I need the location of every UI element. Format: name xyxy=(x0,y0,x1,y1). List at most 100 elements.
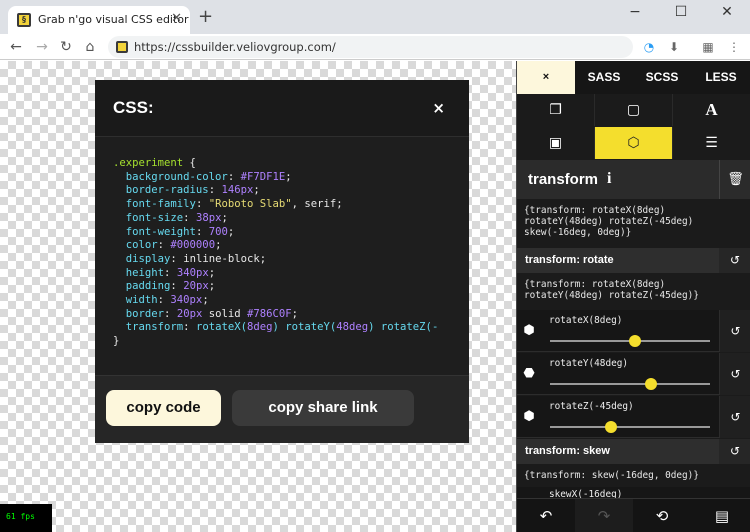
css-code-block: .experiment { background-color: #F7DF1E;… xyxy=(113,157,469,367)
cube-z-icon: ⬢ xyxy=(523,409,535,424)
slider-handle[interactable] xyxy=(604,421,617,433)
cube-y-icon: ⬣ xyxy=(523,366,535,381)
history-icon[interactable]: ⟲ xyxy=(633,499,691,532)
code-colon: : xyxy=(157,294,171,307)
reset-icon[interactable]: ↺ xyxy=(719,396,750,438)
close-icon[interactable]: × xyxy=(432,99,445,117)
code-property: font-weight xyxy=(125,225,196,238)
reset-icon[interactable]: ↺ xyxy=(719,353,750,395)
code-value: rotateX( xyxy=(195,321,247,334)
code-selector: .experiment xyxy=(113,157,184,169)
address-bar[interactable]: https://cssbuilder.veliovgroup.com/ xyxy=(108,36,633,58)
minimize-icon[interactable]: − xyxy=(612,2,658,24)
reset-icon[interactable]: ↺ xyxy=(719,439,750,464)
forward-icon[interactable]: → xyxy=(32,37,52,57)
cube-x-icon: ⬢ xyxy=(523,323,535,338)
code-line: .experiment { xyxy=(113,157,469,171)
image-icon[interactable]: ▣ xyxy=(517,127,595,159)
code-brace: { xyxy=(183,157,196,169)
code-property: transform xyxy=(125,321,184,334)
code-colon: : xyxy=(170,280,184,293)
slider-label: rotateY(48deg) xyxy=(549,358,629,369)
url-text[interactable]: https://cssbuilder.veliovgroup.com/ xyxy=(134,40,336,54)
code-line: font-weight: 700; xyxy=(113,226,469,240)
code-value: 38px xyxy=(195,211,222,224)
code-line: color: #000000; xyxy=(113,239,469,253)
trash-icon[interactable]: 🗑 xyxy=(719,160,750,199)
code-colon: : xyxy=(157,239,171,252)
docs-icon[interactable]: ▤ xyxy=(693,499,750,532)
menu-icon[interactable]: ⋮ xyxy=(726,39,742,55)
tab-close-output[interactable]: × xyxy=(517,61,575,94)
extension-icon[interactable]: ◔ xyxy=(641,39,657,55)
layers-icon[interactable]: ❐ xyxy=(517,94,595,126)
code-value: 700 xyxy=(208,225,228,238)
code-line: background-color: #F7DF1E; xyxy=(113,171,469,185)
slider-track[interactable] xyxy=(550,421,710,433)
code-value: inline-block xyxy=(183,252,260,265)
slider-track[interactable] xyxy=(550,378,710,390)
code-property: font-family xyxy=(125,198,196,211)
sliders-icon[interactable]: ☰ xyxy=(673,127,750,159)
fps-counter: 61 fps xyxy=(0,504,52,532)
editor-sidebar: × SASS SCSS LESS ❐ ▢ A ▣ ⬡ ☰ transform i… xyxy=(516,61,750,532)
info-icon[interactable]: i xyxy=(607,170,611,188)
code-property: font-size xyxy=(125,211,184,224)
skew-snippet: {transform: skew(-16deg, 0deg)} xyxy=(524,470,699,481)
code-semicolon: ; xyxy=(202,294,209,307)
code-semicolon: ; xyxy=(208,280,216,293)
copy-share-link-button[interactable]: copy share link xyxy=(232,390,414,426)
browser-tab[interactable]: § Grab n'go visual CSS editor ✕ xyxy=(8,6,190,34)
reload-icon[interactable]: ↻ xyxy=(56,37,76,57)
code-value: ) rotateZ( xyxy=(368,321,432,334)
code-colon: : xyxy=(183,321,196,334)
typography-icon[interactable]: A xyxy=(673,94,750,126)
window-close-icon[interactable]: ✕ xyxy=(704,2,750,24)
code-line: transform: rotateX(8deg) rotateY(48deg) … xyxy=(113,321,469,335)
code-line: font-family: "Roboto Slab", serif; xyxy=(113,198,469,212)
reset-icon[interactable]: ↺ xyxy=(719,248,750,273)
back-icon[interactable]: ← xyxy=(6,37,26,57)
browser-toolbar: ← → ↻ ⌂ https://cssbuilder.veliovgroup.c… xyxy=(0,34,750,60)
reset-icon[interactable]: ↺ xyxy=(719,310,750,352)
code-value: 340px xyxy=(176,266,209,279)
undo-icon[interactable]: ↶ xyxy=(517,499,575,532)
code-value: ) rotateY( xyxy=(272,321,337,334)
code-value: 20px xyxy=(176,307,203,320)
extension-grid-icon[interactable]: ▦ xyxy=(700,39,716,55)
transform-section-header: transform i 🗑 xyxy=(517,160,750,199)
code-value: #000000 xyxy=(170,239,216,252)
code-colon: : xyxy=(208,184,222,197)
tab-close-icon[interactable]: ✕ xyxy=(171,11,182,26)
maximize-icon[interactable]: ☐ xyxy=(658,2,704,24)
tab-scss[interactable]: SCSS xyxy=(633,61,691,94)
slider-row: ⬢ rotateX(8deg) ↺ xyxy=(517,310,750,352)
browser-tab-bar: § Grab n'go visual CSS editor ✕ + − ☐ ✕ xyxy=(0,0,750,34)
tab-less[interactable]: LESS xyxy=(691,61,750,94)
slider-handle[interactable] xyxy=(628,335,641,347)
code-semicolon: ; xyxy=(291,307,299,320)
rotate-snippet: {transform: rotateX(8deg) rotateY(48deg)… xyxy=(524,279,699,301)
tab-sass[interactable]: SASS xyxy=(575,61,633,94)
new-tab-icon[interactable]: + xyxy=(198,8,213,26)
code-property: border xyxy=(125,307,165,320)
home-icon[interactable]: ⌂ xyxy=(80,37,100,57)
code-value: 48deg xyxy=(336,321,369,334)
code-line: font-size: 38px; xyxy=(113,212,469,226)
copy-code-button[interactable]: copy code xyxy=(106,390,221,426)
redo-icon[interactable]: ↷ xyxy=(575,499,633,532)
slider-handle[interactable] xyxy=(644,378,657,390)
transform-icon[interactable]: ⬡ xyxy=(595,127,673,159)
code-semicolon: ; xyxy=(227,225,235,238)
slider-track[interactable] xyxy=(550,335,710,347)
download-icon[interactable]: ⬇ xyxy=(666,39,682,55)
box-icon[interactable]: ▢ xyxy=(595,94,673,126)
code-property: background-color xyxy=(125,170,228,183)
skew-title: transform: skew xyxy=(525,445,610,457)
